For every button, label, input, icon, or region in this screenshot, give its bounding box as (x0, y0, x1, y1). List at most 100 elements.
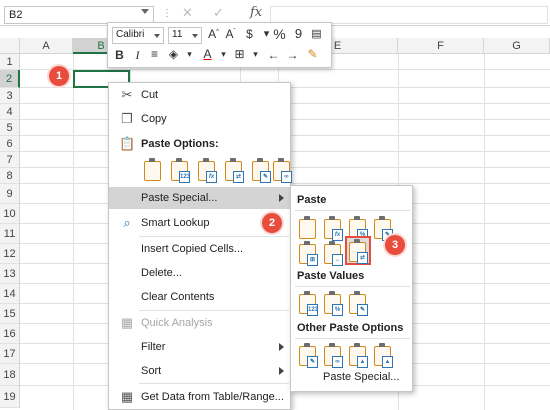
values-source-formatting-icon[interactable]: ✎ (349, 291, 368, 316)
dropdown-icon[interactable]: ▾ (182, 49, 197, 60)
cancel-icon[interactable]: ✕ (182, 5, 193, 21)
italic-icon[interactable]: I (130, 48, 145, 63)
column-header-f[interactable]: F (398, 38, 484, 54)
scissors-icon: ✂ (121, 87, 133, 102)
row-header[interactable]: 9 (0, 184, 20, 204)
percent-icon[interactable]: % (272, 26, 287, 42)
more-icon: ⋮ (162, 8, 172, 19)
row-header[interactable]: 3 (0, 88, 20, 104)
align-center-icon[interactable]: ≡ (147, 47, 162, 61)
menu-item-clear-contents[interactable]: Clear Contents (109, 286, 290, 308)
row-header[interactable]: 15 (0, 304, 20, 324)
transpose-icon[interactable]: ⇄ (349, 239, 368, 264)
row-header[interactable]: 11 (0, 224, 20, 244)
paste-formulas-icon[interactable]: fx (198, 158, 217, 183)
paste-link-icon[interactable]: ∞ (324, 343, 343, 368)
copy-icon: ❐ (121, 111, 133, 126)
callout-2: 2 (262, 213, 282, 233)
borders-icon[interactable]: ⊞ (232, 47, 247, 61)
menu-item-sort[interactable]: Sort (109, 360, 290, 382)
name-box-dropdown-icon[interactable] (141, 9, 149, 14)
row-header[interactable]: 4 (0, 104, 20, 120)
paste-link-icon[interactable]: ∞ (273, 158, 292, 183)
menu-item-insert-copied[interactable]: Insert Copied Cells... (109, 238, 290, 260)
values-icon[interactable]: 123 (299, 291, 318, 316)
row-header[interactable]: 2 (0, 70, 20, 88)
menu-item-get-data[interactable]: ▦ Get Data from Table/Range... (109, 386, 290, 408)
row-header[interactable]: 8 (0, 168, 20, 184)
menu-item-paste-special[interactable]: Paste Special... (109, 187, 290, 209)
callout-3: 3 (385, 235, 405, 255)
select-all-corner[interactable] (0, 38, 20, 54)
menu-item-delete[interactable]: Delete... (109, 262, 290, 284)
paste-heading: Paste (297, 194, 327, 206)
menu-item-cut[interactable]: ✂ Cut (109, 84, 290, 106)
row-header[interactable]: 12 (0, 244, 20, 264)
enter-icon[interactable]: ✓ (213, 5, 224, 21)
paste-special-dialog-link[interactable]: Paste Special... (323, 371, 399, 383)
comma-style-icon[interactable]: 9 (291, 26, 306, 41)
mini-toolbar: Calibri 11 A^ Aˇ $ ▾ % 9 ▤ B I ≡ ◈ ▾ A ▾… (107, 22, 332, 68)
row-header[interactable]: 17 (0, 344, 20, 364)
menu-item-label: Insert Copied Cells... (141, 243, 244, 255)
menu-item-label: Delete... (141, 267, 182, 279)
row-header[interactable]: 10 (0, 204, 20, 224)
menu-item-copy[interactable]: ❐ Copy (109, 108, 290, 130)
decrease-decimal-icon[interactable]: ← (266, 48, 281, 62)
insert-function-icon[interactable]: fx (250, 5, 262, 20)
menu-item-quick-analysis: ▦ Quick Analysis (109, 312, 290, 334)
paste-formulas-icon[interactable]: fx (324, 216, 343, 241)
decrease-font-icon[interactable]: Aˇ (223, 27, 238, 41)
menu-item-label: Copy (141, 113, 167, 125)
font-name-box[interactable]: Calibri (112, 27, 164, 44)
menu-item-label: Clear Contents (141, 291, 215, 303)
paste-icon[interactable] (299, 216, 316, 239)
fill-color-icon[interactable]: ◈ (166, 47, 181, 61)
values-number-format-icon[interactable]: % (324, 291, 343, 316)
row-header[interactable]: 5 (0, 120, 20, 136)
row-header[interactable]: 19 (0, 386, 20, 408)
dropdown-icon[interactable]: ▾ (248, 49, 263, 60)
increase-decimal-icon[interactable]: → (285, 48, 300, 62)
quick-analysis-icon: ▦ (120, 315, 134, 330)
row-header[interactable]: 7 (0, 152, 20, 168)
menu-item-label: Paste Options: (141, 138, 219, 150)
column-header-g[interactable]: G (484, 38, 550, 54)
paste-values-heading: Paste Values (297, 270, 365, 282)
bold-icon[interactable]: B (112, 48, 127, 62)
row-header[interactable]: 6 (0, 136, 20, 152)
dropdown-icon[interactable]: ▾ (216, 49, 231, 60)
row-header[interactable]: 14 (0, 284, 20, 304)
no-borders-icon[interactable]: ⊞ (299, 241, 318, 266)
format-cells-icon[interactable]: ▤ (309, 27, 324, 40)
context-menu: ✂ Cut ❐ Copy 📋 Paste Options: 123 fx ⇄ ✎… (108, 82, 292, 410)
menu-item-label: Sort (141, 365, 162, 377)
menu-item-label: Paste Special... (141, 192, 218, 204)
font-name: Calibri (116, 29, 145, 40)
linked-picture-icon[interactable]: ▲ (374, 343, 393, 368)
font-size-box[interactable]: 11 (168, 27, 202, 44)
column-header-a[interactable]: A (20, 38, 73, 54)
increase-font-icon[interactable]: A^ (206, 27, 221, 41)
menu-item-label: Quick Analysis (141, 317, 213, 329)
menu-item-filter[interactable]: Filter (109, 336, 290, 358)
keep-column-widths-icon[interactable]: ↔ (324, 241, 343, 266)
paste-formatting-icon[interactable]: ✎ (252, 158, 271, 183)
row-header[interactable]: 13 (0, 264, 20, 284)
chevron-right-icon (279, 343, 284, 351)
row-header[interactable]: 1 (0, 54, 20, 70)
accounting-format-icon[interactable]: $ (242, 27, 257, 41)
formatting-icon[interactable]: ✎ (299, 343, 318, 368)
row-header[interactable]: 16 (0, 324, 20, 344)
menu-item-label: Filter (141, 341, 166, 353)
font-color-icon[interactable]: A (200, 47, 215, 61)
paste-values-icon[interactable]: 123 (171, 158, 190, 183)
format-painter-icon[interactable]: ✎ (305, 47, 320, 61)
paste-icon[interactable] (144, 158, 161, 181)
picture-icon[interactable]: ▲ (349, 343, 368, 368)
paste-transpose-icon[interactable]: ⇄ (225, 158, 244, 183)
other-paste-options-heading: Other Paste Options (297, 322, 404, 334)
paste-options-heading: 📋 Paste Options: (109, 133, 290, 155)
row-header[interactable]: 18 (0, 364, 20, 386)
paste-special-submenu: Paste fx % ✎ ⊞ ↔ ⇄ Paste Values 123 % ✎ … (290, 185, 413, 392)
